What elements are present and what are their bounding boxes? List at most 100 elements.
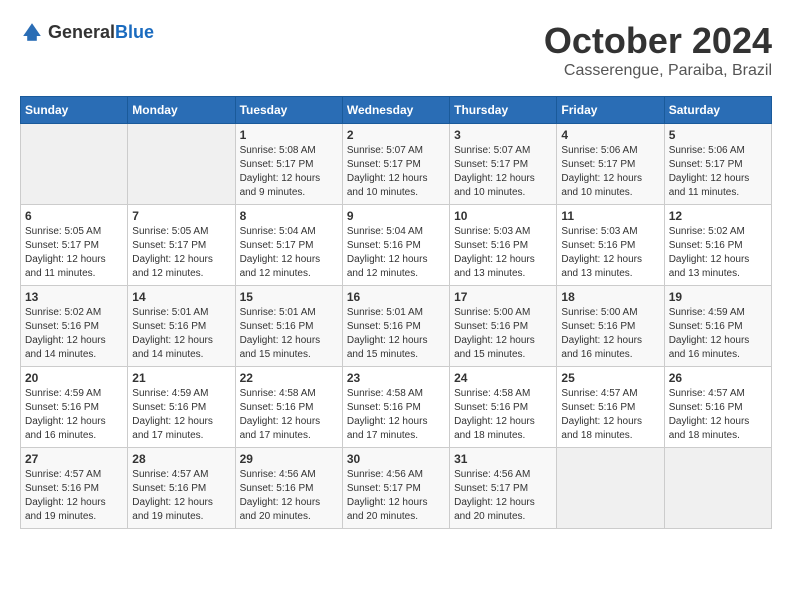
day-info: Sunrise: 4:56 AMSunset: 5:16 PMDaylight:… [240,469,321,522]
calendar-day-cell: 28 Sunrise: 4:57 AMSunset: 5:16 PMDaylig… [128,448,235,529]
logo: GeneralBlue [20,20,154,44]
day-info: Sunrise: 4:57 AMSunset: 5:16 PMDaylight:… [25,469,106,522]
day-number: 15 [240,290,338,304]
calendar-table: SundayMondayTuesdayWednesdayThursdayFrid… [20,96,772,529]
calendar-week-row: 27 Sunrise: 4:57 AMSunset: 5:16 PMDaylig… [21,448,772,529]
calendar-day-cell: 30 Sunrise: 4:56 AMSunset: 5:17 PMDaylig… [342,448,449,529]
title-block: October 2024 Casserengue, Paraiba, Brazi… [544,20,772,80]
day-number: 1 [240,128,338,142]
calendar-day-cell: 16 Sunrise: 5:01 AMSunset: 5:16 PMDaylig… [342,286,449,367]
day-info: Sunrise: 5:04 AMSunset: 5:17 PMDaylight:… [240,226,321,279]
day-number: 18 [561,290,659,304]
day-number: 17 [454,290,552,304]
logo-icon [20,20,44,44]
day-number: 28 [132,452,230,466]
calendar-day-cell [21,124,128,205]
calendar-header-row: SundayMondayTuesdayWednesdayThursdayFrid… [21,97,772,124]
calendar-day-cell: 9 Sunrise: 5:04 AMSunset: 5:16 PMDayligh… [342,205,449,286]
calendar-body: 1 Sunrise: 5:08 AMSunset: 5:17 PMDayligh… [21,124,772,529]
calendar-day-cell: 11 Sunrise: 5:03 AMSunset: 5:16 PMDaylig… [557,205,664,286]
day-number: 14 [132,290,230,304]
day-info: Sunrise: 5:02 AMSunset: 5:16 PMDaylight:… [25,307,106,360]
calendar-week-row: 1 Sunrise: 5:08 AMSunset: 5:17 PMDayligh… [21,124,772,205]
day-info: Sunrise: 4:59 AMSunset: 5:16 PMDaylight:… [669,307,750,360]
day-number: 11 [561,209,659,223]
calendar-header-cell: Sunday [21,97,128,124]
day-number: 5 [669,128,767,142]
day-number: 30 [347,452,445,466]
day-info: Sunrise: 4:58 AMSunset: 5:16 PMDaylight:… [240,388,321,441]
day-info: Sunrise: 4:56 AMSunset: 5:17 PMDaylight:… [454,469,535,522]
calendar-day-cell: 18 Sunrise: 5:00 AMSunset: 5:16 PMDaylig… [557,286,664,367]
calendar-header-cell: Thursday [450,97,557,124]
calendar-day-cell: 1 Sunrise: 5:08 AMSunset: 5:17 PMDayligh… [235,124,342,205]
day-info: Sunrise: 5:07 AMSunset: 5:17 PMDaylight:… [454,145,535,198]
calendar-day-cell: 24 Sunrise: 4:58 AMSunset: 5:16 PMDaylig… [450,367,557,448]
day-number: 29 [240,452,338,466]
day-info: Sunrise: 4:58 AMSunset: 5:16 PMDaylight:… [347,388,428,441]
day-number: 26 [669,371,767,385]
month-title: October 2024 [544,20,772,62]
calendar-day-cell: 19 Sunrise: 4:59 AMSunset: 5:16 PMDaylig… [664,286,771,367]
day-number: 20 [25,371,123,385]
day-info: Sunrise: 5:01 AMSunset: 5:16 PMDaylight:… [347,307,428,360]
calendar-day-cell: 20 Sunrise: 4:59 AMSunset: 5:16 PMDaylig… [21,367,128,448]
day-info: Sunrise: 4:57 AMSunset: 5:16 PMDaylight:… [132,469,213,522]
calendar-day-cell: 5 Sunrise: 5:06 AMSunset: 5:17 PMDayligh… [664,124,771,205]
day-info: Sunrise: 4:57 AMSunset: 5:16 PMDaylight:… [561,388,642,441]
day-info: Sunrise: 5:04 AMSunset: 5:16 PMDaylight:… [347,226,428,279]
day-number: 24 [454,371,552,385]
calendar-day-cell: 21 Sunrise: 4:59 AMSunset: 5:16 PMDaylig… [128,367,235,448]
calendar-day-cell [664,448,771,529]
day-info: Sunrise: 4:57 AMSunset: 5:16 PMDaylight:… [669,388,750,441]
calendar-day-cell: 6 Sunrise: 5:05 AMSunset: 5:17 PMDayligh… [21,205,128,286]
day-info: Sunrise: 5:02 AMSunset: 5:16 PMDaylight:… [669,226,750,279]
calendar-day-cell [128,124,235,205]
calendar-day-cell: 27 Sunrise: 4:57 AMSunset: 5:16 PMDaylig… [21,448,128,529]
page-header: GeneralBlue October 2024 Casserengue, Pa… [20,20,772,80]
calendar-day-cell: 8 Sunrise: 5:04 AMSunset: 5:17 PMDayligh… [235,205,342,286]
calendar-day-cell: 14 Sunrise: 5:01 AMSunset: 5:16 PMDaylig… [128,286,235,367]
calendar-day-cell: 13 Sunrise: 5:02 AMSunset: 5:16 PMDaylig… [21,286,128,367]
calendar-day-cell: 29 Sunrise: 4:56 AMSunset: 5:16 PMDaylig… [235,448,342,529]
calendar-header-cell: Friday [557,97,664,124]
calendar-day-cell: 15 Sunrise: 5:01 AMSunset: 5:16 PMDaylig… [235,286,342,367]
calendar-day-cell: 26 Sunrise: 4:57 AMSunset: 5:16 PMDaylig… [664,367,771,448]
day-info: Sunrise: 5:01 AMSunset: 5:16 PMDaylight:… [240,307,321,360]
day-number: 3 [454,128,552,142]
day-info: Sunrise: 5:06 AMSunset: 5:17 PMDaylight:… [561,145,642,198]
calendar-week-row: 13 Sunrise: 5:02 AMSunset: 5:16 PMDaylig… [21,286,772,367]
calendar-day-cell: 25 Sunrise: 4:57 AMSunset: 5:16 PMDaylig… [557,367,664,448]
calendar-header-cell: Wednesday [342,97,449,124]
calendar-week-row: 6 Sunrise: 5:05 AMSunset: 5:17 PMDayligh… [21,205,772,286]
day-number: 7 [132,209,230,223]
day-info: Sunrise: 5:03 AMSunset: 5:16 PMDaylight:… [454,226,535,279]
day-info: Sunrise: 4:58 AMSunset: 5:16 PMDaylight:… [454,388,535,441]
day-number: 13 [25,290,123,304]
day-info: Sunrise: 4:56 AMSunset: 5:17 PMDaylight:… [347,469,428,522]
day-number: 9 [347,209,445,223]
calendar-day-cell: 7 Sunrise: 5:05 AMSunset: 5:17 PMDayligh… [128,205,235,286]
calendar-day-cell: 31 Sunrise: 4:56 AMSunset: 5:17 PMDaylig… [450,448,557,529]
calendar-header-cell: Monday [128,97,235,124]
calendar-header-cell: Tuesday [235,97,342,124]
day-info: Sunrise: 5:08 AMSunset: 5:17 PMDaylight:… [240,145,321,198]
day-number: 31 [454,452,552,466]
day-info: Sunrise: 5:07 AMSunset: 5:17 PMDaylight:… [347,145,428,198]
day-number: 10 [454,209,552,223]
location-title: Casserengue, Paraiba, Brazil [544,62,772,80]
calendar-day-cell: 22 Sunrise: 4:58 AMSunset: 5:16 PMDaylig… [235,367,342,448]
day-info: Sunrise: 5:05 AMSunset: 5:17 PMDaylight:… [132,226,213,279]
day-info: Sunrise: 5:00 AMSunset: 5:16 PMDaylight:… [561,307,642,360]
day-number: 2 [347,128,445,142]
calendar-week-row: 20 Sunrise: 4:59 AMSunset: 5:16 PMDaylig… [21,367,772,448]
day-info: Sunrise: 5:00 AMSunset: 5:16 PMDaylight:… [454,307,535,360]
day-number: 4 [561,128,659,142]
calendar-day-cell: 12 Sunrise: 5:02 AMSunset: 5:16 PMDaylig… [664,205,771,286]
day-info: Sunrise: 5:05 AMSunset: 5:17 PMDaylight:… [25,226,106,279]
day-info: Sunrise: 5:01 AMSunset: 5:16 PMDaylight:… [132,307,213,360]
day-info: Sunrise: 4:59 AMSunset: 5:16 PMDaylight:… [132,388,213,441]
calendar-day-cell: 4 Sunrise: 5:06 AMSunset: 5:17 PMDayligh… [557,124,664,205]
calendar-day-cell: 17 Sunrise: 5:00 AMSunset: 5:16 PMDaylig… [450,286,557,367]
day-number: 12 [669,209,767,223]
